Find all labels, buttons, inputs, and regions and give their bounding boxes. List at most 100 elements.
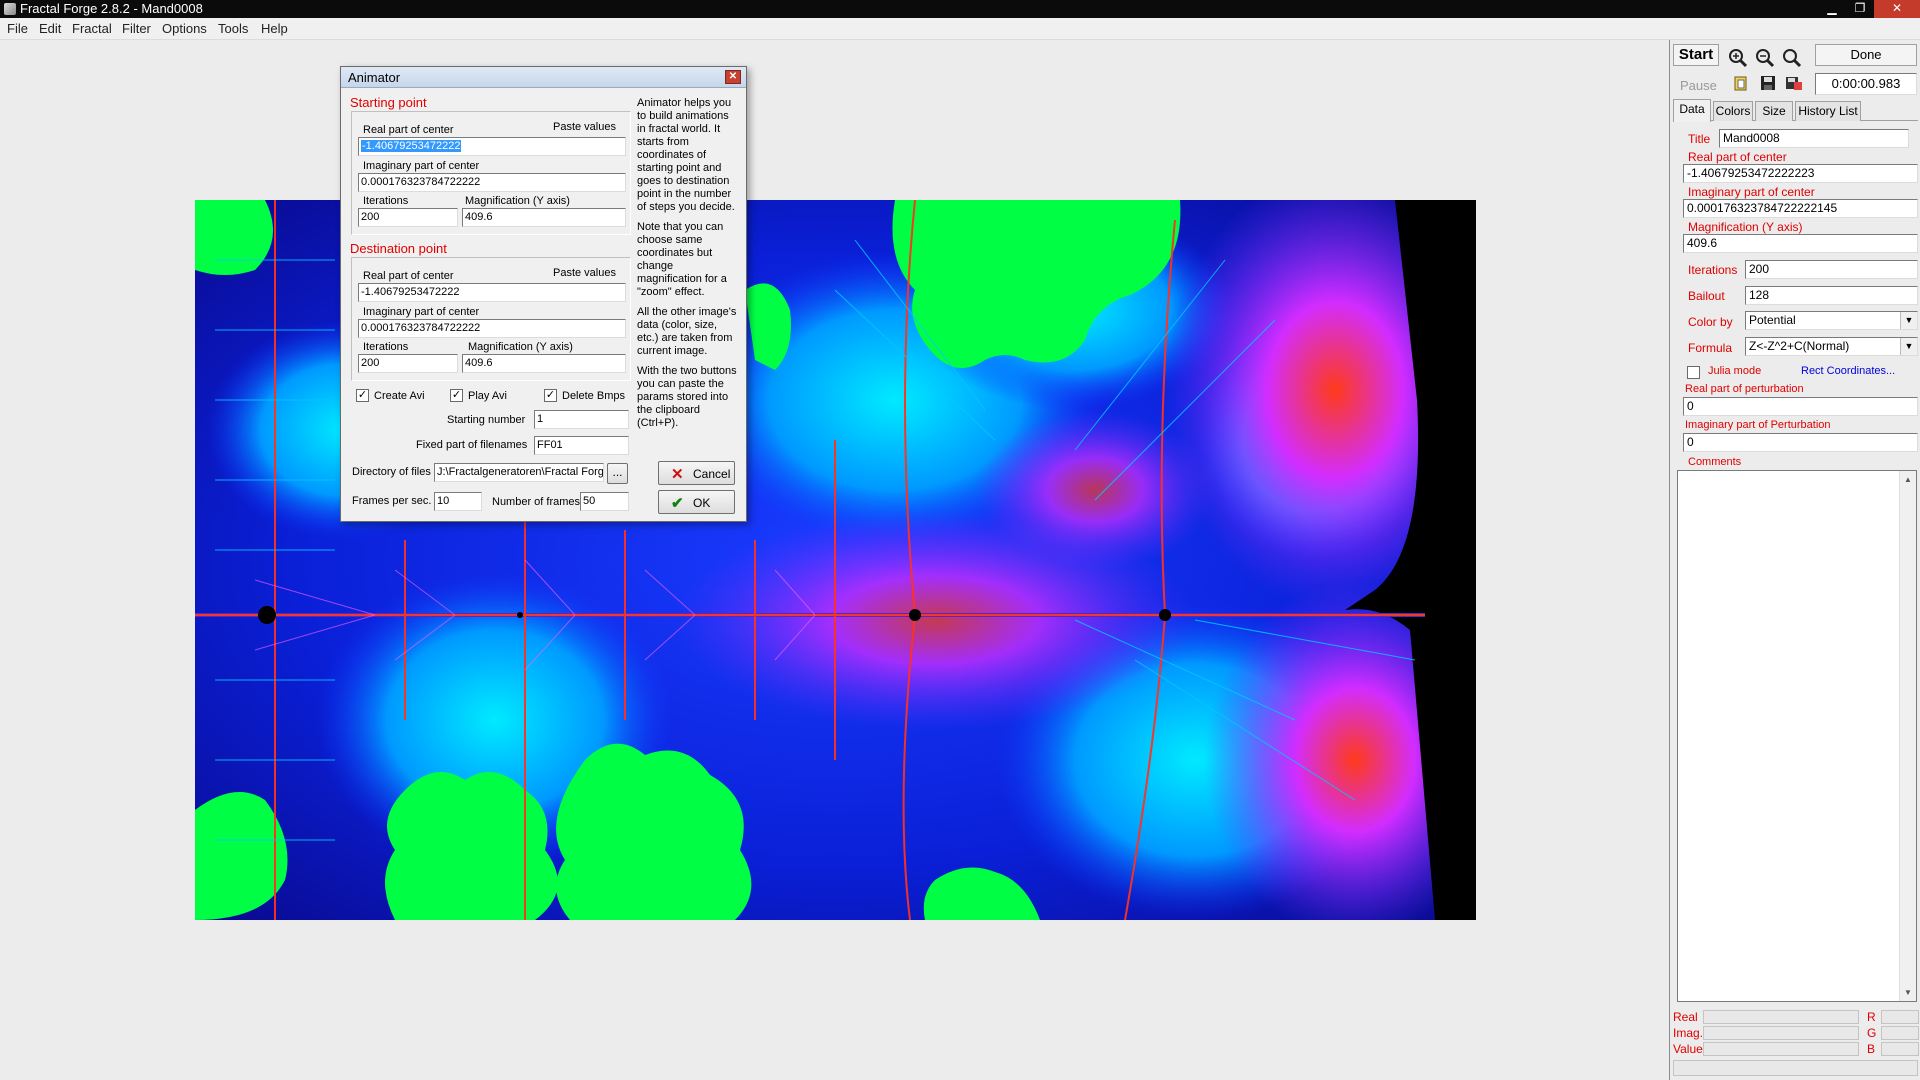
save-as-icon[interactable] — [1784, 74, 1804, 92]
window-title: Fractal Forge 2.8.2 - Mand0008 — [20, 1, 203, 16]
directory-field[interactable]: J:\Fractalgeneratoren\Fractal Forg — [434, 463, 604, 482]
menu-help[interactable]: Help — [261, 21, 288, 36]
status-g-label: G — [1867, 1026, 1877, 1040]
perturbation-real-field[interactable]: 0 — [1683, 397, 1918, 416]
dialog-title-bar[interactable]: Animator ✕ — [341, 67, 746, 88]
menu-tools[interactable]: Tools — [218, 21, 248, 36]
julia-mode-label: Julia mode — [1708, 365, 1762, 377]
create-avi-label: Create Avi — [374, 390, 425, 402]
dest-magnification-field[interactable]: 409.6 — [462, 354, 626, 373]
status-r-label: R — [1867, 1010, 1876, 1024]
bailout-label: Bailout — [1688, 289, 1725, 303]
dest-paste-values-button[interactable]: Paste values — [553, 267, 616, 279]
browse-button[interactable]: ... — [607, 463, 628, 484]
chevron-down-icon[interactable]: ▼ — [1900, 312, 1917, 329]
zoom-out-icon[interactable] — [1753, 46, 1777, 70]
close-icon[interactable]: ✕ — [1874, 0, 1920, 18]
minimize-icon[interactable]: ▁ — [1818, 0, 1846, 18]
imag-center-field[interactable]: 0.000176323784722222145 — [1683, 199, 1918, 218]
status-real-label: Real — [1673, 1010, 1698, 1024]
real-center-label: Real part of center — [1688, 150, 1787, 164]
rect-coordinates-link[interactable]: Rect Coordinates... — [1801, 365, 1895, 377]
check-icon: ✔ — [671, 495, 684, 512]
iterations-field[interactable]: 200 — [1745, 260, 1918, 279]
dest-real-field[interactable]: -1.40679253472222 — [358, 283, 626, 302]
tab-colors[interactable]: Colors — [1713, 101, 1753, 121]
scroll-down-icon[interactable]: ▼ — [1900, 988, 1916, 997]
comments-scrollbar[interactable]: ▲ ▼ — [1899, 471, 1916, 1001]
formula-label: Formula — [1688, 341, 1733, 355]
create-avi-checkbox[interactable]: ✓ — [356, 389, 369, 402]
cancel-button[interactable]: ✕ Cancel — [658, 461, 735, 485]
status-b-label: B — [1867, 1042, 1876, 1056]
title-bar: Fractal Forge 2.8.2 - Mand0008 ▁ ❐ ✕ — [0, 0, 1920, 18]
start-magnification-field[interactable]: 409.6 — [462, 208, 626, 227]
right-panel: Start Pause Done 0:00:00.983 Data Colors… — [1669, 40, 1920, 1080]
tab-history-list[interactable]: History List — [1795, 101, 1861, 121]
cancel-x-icon: ✕ — [671, 466, 684, 483]
app-icon[interactable] — [4, 3, 16, 15]
dest-imag-label: Imaginary part of center — [363, 306, 480, 318]
delete-bmps-label: Delete Bmps — [562, 390, 625, 402]
bailout-field[interactable]: 128 — [1745, 286, 1918, 305]
dest-magnification-label: Magnification (Y axis) — [468, 341, 573, 353]
start-imag-field[interactable]: 0.000176323784722222 — [358, 173, 626, 192]
zoom-icon[interactable] — [1780, 46, 1804, 70]
perturbation-real-label: Real part of perturbation — [1685, 383, 1804, 395]
menu-file[interactable]: File — [7, 21, 28, 36]
color-by-select[interactable]: Potential ▼ — [1745, 311, 1918, 330]
menu-options[interactable]: Options — [162, 21, 207, 36]
start-real-field[interactable]: -1.40679253472222 — [358, 137, 626, 156]
status-b-value — [1881, 1042, 1919, 1056]
formula-value: Z<-Z^2+C(Normal) — [1749, 339, 1850, 353]
chevron-down-icon[interactable]: ▼ — [1900, 338, 1917, 355]
menu-fractal[interactable]: Fractal — [72, 21, 112, 36]
fps-field[interactable]: 10 — [434, 492, 482, 511]
start-imag-label: Imaginary part of center — [363, 160, 480, 172]
paste-icon[interactable] — [1732, 74, 1750, 92]
start-button[interactable]: Start — [1673, 44, 1719, 66]
save-icon[interactable] — [1759, 74, 1777, 92]
start-iterations-field[interactable]: 200 — [358, 208, 458, 227]
menu-edit[interactable]: Edit — [39, 21, 61, 36]
dest-real-label: Real part of center — [363, 270, 454, 282]
dest-iterations-field[interactable]: 200 — [358, 354, 458, 373]
scroll-up-icon[interactable]: ▲ — [1900, 475, 1916, 484]
help-paragraph-4: With the two buttons you can paste the p… — [637, 365, 737, 429]
start-real-value: -1.40679253472222 — [361, 140, 462, 152]
panel-tabs: Data Colors Size History List — [1673, 99, 1918, 122]
perturbation-imag-field[interactable]: 0 — [1683, 433, 1918, 452]
start-iterations-label: Iterations — [363, 195, 409, 207]
formula-select[interactable]: Z<-Z^2+C(Normal) ▼ — [1745, 337, 1918, 356]
fixed-filenames-field[interactable]: FF01 — [534, 436, 629, 455]
julia-mode-checkbox[interactable] — [1687, 366, 1700, 379]
menu-filter[interactable]: Filter — [122, 21, 151, 36]
dest-imag-field[interactable]: 0.000176323784722222 — [358, 319, 626, 338]
number-frames-label: Number of frames — [492, 496, 581, 508]
delete-bmps-checkbox[interactable]: ✓ — [544, 389, 557, 402]
number-frames-field[interactable]: 50 — [580, 492, 629, 511]
comments-textarea[interactable]: ▲ ▼ — [1677, 470, 1917, 1002]
status-value-label: Value — [1673, 1042, 1703, 1056]
iterations-label: Iterations — [1688, 263, 1738, 277]
tab-data[interactable]: Data — [1673, 99, 1711, 122]
help-text: Animator helps you to build animations i… — [637, 97, 739, 437]
tab-size[interactable]: Size — [1755, 101, 1793, 121]
ok-button[interactable]: ✔ OK — [658, 490, 735, 514]
status-imag-label: Imag. — [1673, 1026, 1704, 1040]
color-by-label: Color by — [1688, 315, 1733, 329]
real-center-field[interactable]: -1.40679253472222223 — [1683, 164, 1918, 183]
title-field[interactable]: Mand0008 — [1719, 129, 1909, 148]
zoom-in-icon[interactable] — [1726, 46, 1750, 70]
play-avi-checkbox[interactable]: ✓ — [450, 389, 463, 402]
dialog-title: Animator — [348, 70, 401, 85]
restore-icon[interactable]: ❐ — [1846, 0, 1874, 18]
fps-label: Frames per sec. — [352, 495, 432, 507]
starting-number-field[interactable]: 1 — [534, 410, 629, 429]
close-icon[interactable]: ✕ — [725, 70, 741, 84]
pause-button[interactable]: Pause — [1680, 78, 1717, 93]
start-magnification-label: Magnification (Y axis) — [465, 195, 570, 207]
done-button[interactable]: Done — [1815, 44, 1917, 66]
start-paste-values-button[interactable]: Paste values — [553, 121, 616, 133]
magnification-field[interactable]: 409.6 — [1683, 234, 1918, 253]
